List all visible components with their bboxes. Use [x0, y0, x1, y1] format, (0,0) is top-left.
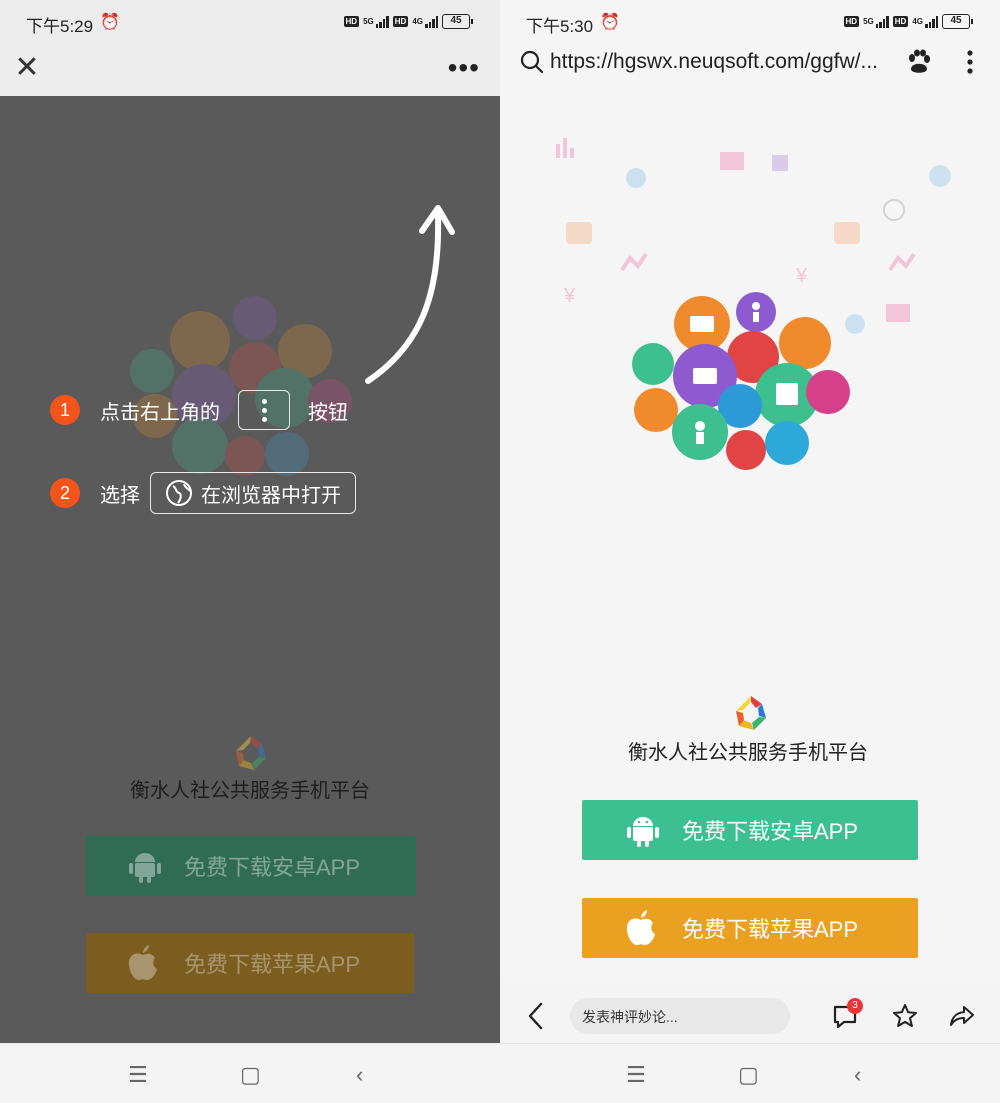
baidu-paw-icon[interactable] [906, 49, 932, 75]
download-ios-button[interactable]: 免费下载苹果APP [86, 933, 414, 993]
back-icon[interactable] [526, 1002, 546, 1030]
download-ios-button[interactable]: 免费下载苹果APP [582, 898, 918, 958]
guide-step-1: 1 点击右上角的 按钮 [50, 390, 348, 430]
share-icon[interactable] [948, 1002, 976, 1030]
network-5g: 5G [863, 16, 874, 26]
system-nav-bar: ☰ ▢ ‹ [0, 1043, 500, 1103]
service-illustration: ¥ ¥ [556, 138, 951, 470]
app-title: 衡水人社公共服务手机平台 [628, 742, 868, 764]
app-logo [236, 736, 266, 770]
kebab-menu-icon[interactable] [966, 49, 974, 75]
step-number: 2 [50, 478, 80, 508]
menu-nav-icon[interactable]: ☰ [626, 1062, 646, 1088]
signal-icon-2 [425, 15, 438, 28]
hd-badge-2: HD [892, 16, 909, 27]
android-button-label: 免费下载安卓APP [682, 819, 859, 844]
menu-nav-icon[interactable]: ☰ [128, 1062, 148, 1088]
back-nav-icon[interactable]: ‹ [854, 1062, 861, 1088]
url-text[interactable]: https://hgswx.neuqsoft.com/ggfw/... [550, 50, 878, 74]
home-nav-icon[interactable]: ▢ [240, 1062, 261, 1088]
status-time: 下午5:30 [526, 17, 594, 36]
hd-badge: HD [843, 16, 860, 27]
step-number: 1 [50, 395, 80, 425]
close-icon[interactable]: ✕ [12, 53, 42, 84]
android-icon [627, 817, 659, 847]
apple-icon [626, 910, 655, 946]
alarm-icon: ⏰ [600, 14, 620, 31]
signal-icon [875, 15, 889, 28]
signal-icon-2 [925, 15, 938, 28]
network-4g: 4G [912, 16, 923, 26]
network-5g: 5G [363, 16, 374, 26]
signal-indicators: HD 5G HD 4G 45 [843, 14, 973, 29]
step2-text: 选择 [100, 484, 140, 507]
bubble-cluster [632, 292, 850, 470]
star-icon[interactable] [891, 1002, 919, 1030]
system-nav-bar: ☰ ▢ ‹ [500, 1043, 1000, 1103]
back-nav-icon[interactable]: ‹ [356, 1062, 363, 1088]
right-screenshot: 下午5:30 ⏰ HD 5G HD 4G 45 https://hgswx.ne… [500, 0, 1000, 1103]
android-icon [129, 853, 161, 883]
alarm-icon: ⏰ [100, 14, 120, 31]
comment-input[interactable]: 发表神评妙论... [570, 998, 790, 1034]
search-icon [520, 50, 544, 74]
guide-step-2: 2 选择 在浏览器中打开 [50, 472, 356, 514]
signal-icon [375, 15, 389, 28]
app-title: 衡水人社公共服务手机平台 [130, 780, 370, 802]
open-in-browser-hint: 在浏览器中打开 [150, 472, 356, 514]
status-bar: 下午5:29 ⏰ HD 5G HD 4G 45 [0, 0, 500, 46]
signal-indicators: HD 5G HD 4G 45 [343, 14, 473, 29]
browser-address-bar[interactable]: https://hgswx.neuqsoft.com/ggfw/... [500, 40, 1000, 84]
apple-icon [128, 945, 157, 981]
ios-button-label: 免费下载苹果APP [682, 917, 859, 942]
guide-overlay: 1 点击右上角的 按钮 2 选择 在浏览器中打开 衡水人社公共服务手机平台 免费… [0, 96, 500, 1043]
comment-count-badge: 3 [847, 998, 863, 1014]
arrow-icon [365, 205, 455, 384]
network-4g: 4G [412, 16, 423, 26]
webview-topbar: ✕ ••• [0, 46, 500, 96]
open-in-browser-label: 在浏览器中打开 [201, 484, 341, 507]
kebab-menu-icon [238, 390, 290, 430]
svg-text:¥: ¥ [795, 265, 808, 287]
hd-badge: HD [343, 16, 360, 27]
step1-text-after: 按钮 [308, 401, 348, 424]
download-android-button[interactable]: 免费下载安卓APP [86, 836, 416, 896]
hd-badge-2: HD [392, 16, 409, 27]
step1-text: 点击右上角的 [100, 401, 220, 424]
browser-bottom-toolbar: 发表神评妙论... 3 [500, 983, 1000, 1045]
battery-icon: 45 [442, 14, 473, 29]
more-horizontal-icon[interactable]: ••• [448, 52, 480, 84]
download-android-button[interactable]: 免费下载安卓APP [582, 800, 918, 860]
home-nav-icon[interactable]: ▢ [738, 1062, 759, 1088]
svg-text:¥: ¥ [563, 285, 576, 307]
ios-button-label: 免费下载苹果APP [184, 952, 361, 977]
status-time: 下午5:29 [26, 17, 94, 36]
left-screenshot: 下午5:29 ⏰ HD 5G HD 4G 45 ✕ ••• 1 点击右上角的 按… [0, 0, 500, 1103]
android-button-label: 免费下载安卓APP [184, 855, 361, 880]
app-logo [736, 696, 766, 730]
globe-icon [166, 480, 192, 506]
battery-icon: 45 [942, 14, 973, 29]
